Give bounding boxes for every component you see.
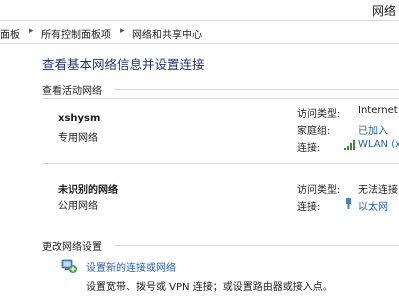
connections-label: 连接: (297, 143, 321, 154)
access-type-label: 访问类型: (297, 109, 341, 120)
breadcrumb-chevron-icon[interactable]: ▸ (29, 26, 34, 36)
new-connection-icon[interactable] (60, 257, 78, 275)
network-divider (42, 163, 399, 164)
breadcrumb-control-panel[interactable]: 面板 (0, 26, 20, 41)
wifi-signal-icon[interactable] (344, 140, 355, 150)
network-name: xshysm (58, 113, 101, 124)
breadcrumb-all-control-panel-items[interactable]: 所有控制面板项 (41, 26, 111, 41)
change-settings-header: 更改网络设置 (42, 242, 102, 253)
homegroup-label: 家庭组: (297, 126, 331, 137)
ethernet-icon[interactable] (344, 198, 353, 209)
connections-label: 连接: (297, 202, 321, 213)
title-bar: 网络 (0, 0, 399, 20)
window-title: 网络 (372, 4, 397, 18)
access-type-value: Internet (358, 105, 398, 116)
address-bar[interactable]: 面板 ▸ 所有控制面板项 ▸ 网络和共享中心 (0, 20, 399, 44)
homegroup-joined-link[interactable]: 已加入 (358, 122, 388, 137)
wlan-connection-link[interactable]: WLAN (x (358, 139, 399, 150)
network-sharing-center-window: 网络 面板 ▸ 所有控制面板项 ▸ 网络和共享中心 查看基本网络信息并设置连接 … (0, 0, 399, 300)
access-type-label: 访问类型: (297, 185, 341, 196)
breadcrumb-chevron-icon[interactable]: ▸ (120, 26, 125, 36)
section-divider (114, 245, 399, 246)
ethernet-connection-link[interactable]: 以太网 (358, 198, 388, 213)
access-type-value: 无法连接 (358, 185, 398, 196)
setup-new-connection-description: 设置宽带、拨号或 VPN 连接；或设置路由器或接入点。 (86, 282, 333, 293)
network-box-top-rule (42, 98, 399, 99)
setup-new-connection-link[interactable]: 设置新的连接或网络 (86, 259, 176, 274)
breadcrumb-network-sharing-center[interactable]: 网络和共享中心 (132, 26, 202, 41)
network-name: 未识别的网络 (58, 185, 118, 196)
network-category: 公用网络 (58, 201, 98, 212)
active-networks-header: 查看活动网络 (42, 86, 102, 97)
network-category: 专用网络 (58, 133, 98, 144)
section-divider (114, 89, 399, 90)
page-title: 查看基本网络信息并设置连接 (42, 57, 205, 72)
